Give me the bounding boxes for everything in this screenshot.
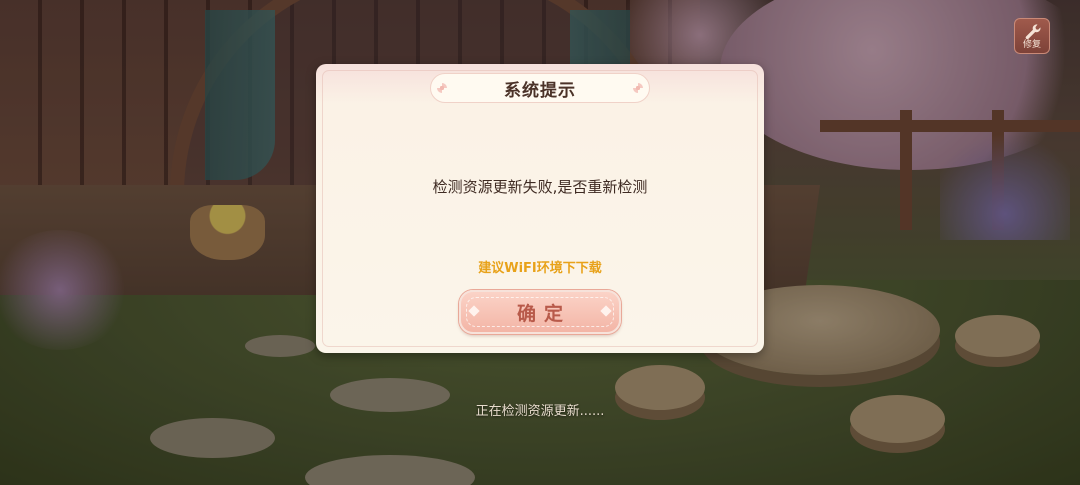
repair-button[interactable]: 修复 xyxy=(1014,18,1050,54)
game-screen: 修复 系统提示 检测资源更新失败,是否重新检测 建议WiFI环境下下载 确定 正… xyxy=(0,0,1080,485)
wrench-icon xyxy=(1025,24,1041,40)
dialog-title: 系统提示 xyxy=(504,80,576,101)
system-prompt-dialog: 系统提示 检测资源更新失败,是否重新检测 建议WiFI环境下下载 确定 xyxy=(316,64,764,353)
dialog-title-plate: 系统提示 xyxy=(430,73,650,103)
repair-label: 修复 xyxy=(1022,40,1041,50)
confirm-button[interactable]: 确定 xyxy=(459,290,621,334)
loading-status: 正在检测资源更新...... xyxy=(475,404,605,419)
confirm-label: 确定 xyxy=(516,302,571,325)
dialog-message: 检测资源更新失败,是否重新检测 xyxy=(432,178,648,196)
wifi-hint: 建议WiFI环境下下载 xyxy=(478,261,602,276)
